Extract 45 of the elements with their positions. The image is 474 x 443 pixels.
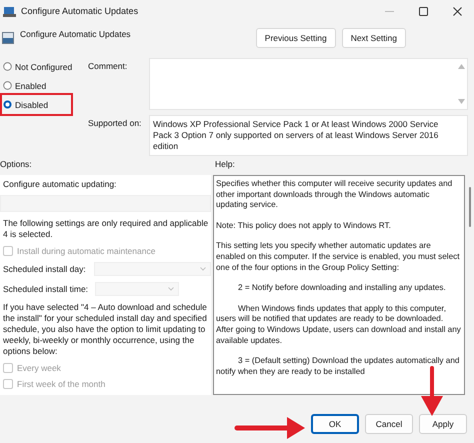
nav-button[interactable]: Next Setting xyxy=(342,28,406,48)
option-description: The following settings are only required and applicable 4 is selected. xyxy=(3,218,210,240)
help-paragraph: This setting lets you specify whether automatic updates are enabled on this computer. If the service is enabled, you must select one of the four options in the Group Policy Setting: xyxy=(216,241,460,274)
field-label: Scheduled install time: xyxy=(3,284,90,294)
pointer-arrow xyxy=(234,417,305,439)
app-icon xyxy=(3,6,16,16)
dialog-button[interactable]: Cancel xyxy=(365,414,413,434)
field-label: Supported on: xyxy=(88,117,142,130)
option-label: Configure automatic updating: xyxy=(3,179,118,189)
dialog-button[interactable]: Apply xyxy=(419,414,467,434)
section-label: Help: xyxy=(215,159,235,169)
supported-on-text: Windows XP Professional Service Pack 1 or At least Windows 2000 Service Pack 3 Option 7 only supported on servers of at least Windows Server 2016 edition xyxy=(149,115,468,156)
window-title: Configure Automatic Updates xyxy=(21,6,140,16)
checkbox-label: Every week xyxy=(17,363,61,373)
radio-label: Not Configured xyxy=(15,62,72,72)
help-paragraph: Specifies whether this computer will receive security updates and other important downloads through the Windows automatic updating service. xyxy=(216,179,454,211)
radio-button[interactable] xyxy=(3,100,12,109)
dialog-button[interactable]: OK xyxy=(311,414,359,434)
comment-field[interactable] xyxy=(149,58,468,110)
help-paragraph: 3 = (Default setting) Download the updates automatically and notify when they are ready to be installed xyxy=(216,356,460,378)
radio-button[interactable] xyxy=(3,62,12,71)
maximize-icon xyxy=(418,6,428,16)
minimize-icon xyxy=(384,10,394,12)
section-label: Options: xyxy=(0,159,33,169)
pointer-arrow xyxy=(421,366,443,416)
chevron-down-icon xyxy=(168,287,174,291)
scroll-down-icon xyxy=(458,99,465,104)
checkbox-label: First week of the month xyxy=(17,379,106,389)
setting-title: Configure Automatic Updates xyxy=(20,29,132,39)
nav-button[interactable]: Previous Setting xyxy=(256,28,336,48)
radio-label: Disabled xyxy=(15,100,48,110)
help-paragraph: Note: This policy does not apply to Windows RT. xyxy=(216,220,392,232)
checkbox-label: Install during automatic maintenance xyxy=(17,246,156,256)
field-label: Scheduled install day: xyxy=(3,264,87,274)
close-icon xyxy=(452,6,462,16)
scroll-up-icon xyxy=(458,64,465,69)
help-paragraph: When Windows finds updates that apply to this computer, users will be notified that updates are ready to be downloaded. After going to Windows Update, users can download and install any available updates. xyxy=(216,304,462,346)
radio-button[interactable] xyxy=(3,81,12,90)
radio-label: Enabled xyxy=(15,80,46,90)
policy-icon xyxy=(2,32,14,44)
field-label: Comment: xyxy=(88,60,128,73)
scrollbar-thumb[interactable] xyxy=(468,187,470,227)
help-paragraph: 2 = Notify before downloading and installing any updates. xyxy=(237,283,447,294)
option-description: If you have selected "4 – Auto download and schedule the install" for your scheduled install day and specified schedule, you also have the option to limit updating to weekly, bi-weekly or monthly occurrence, using the options below: xyxy=(3,302,208,357)
chevron-down-icon xyxy=(200,267,206,271)
